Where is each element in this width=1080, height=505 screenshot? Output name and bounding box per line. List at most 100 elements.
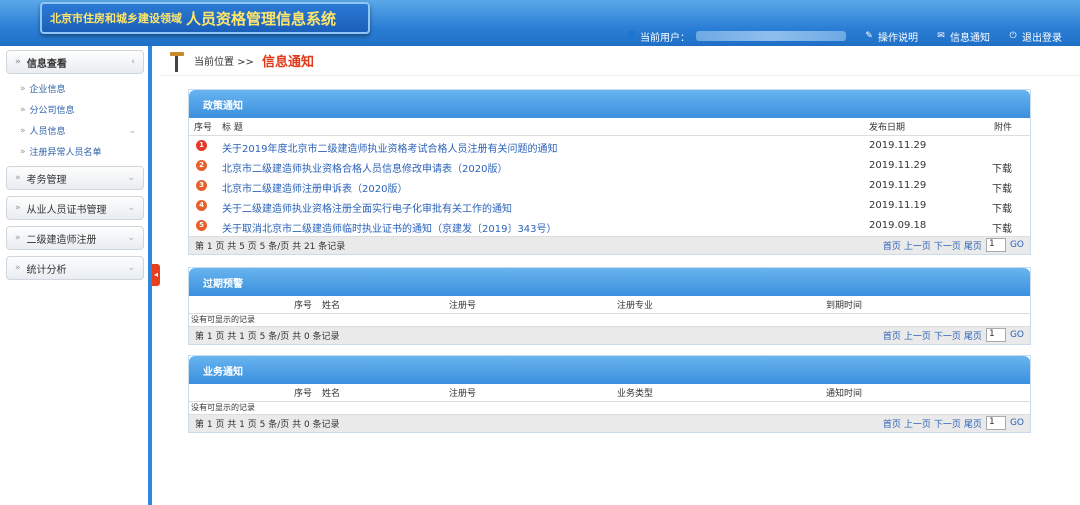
double-arrow-icon: » [20, 83, 26, 94]
pager-text: 第 1 页 共 5 页 5 条/页 共 21 条记录 [195, 242, 346, 252]
chevron-down-icon: ⌄ [127, 203, 135, 213]
breadcrumb: 当前位置 >> 信息通知 [160, 46, 1080, 76]
sidebar: » 信息查看 ‹ » 企业信息 » 分公司信息 » 人员信息 ⌄ » 注册异常人员名单 »… [0, 46, 152, 505]
download-link[interactable]: 下载 [992, 200, 1012, 215]
logout-link[interactable]: ⏻ 退出登录 [1008, 29, 1062, 44]
nav-section-label: 二级建造师注册 [26, 234, 97, 246]
sidebar-item-branch[interactable]: » 分公司信息 [0, 99, 148, 120]
last-page-link[interactable]: 尾页 [964, 329, 982, 342]
chevron-left-icon: ‹ [131, 57, 135, 67]
page-input[interactable]: 1 [985, 328, 1006, 342]
table-header: 序号 姓名 注册号 业务类型 通知时间 [189, 384, 1030, 402]
nav-section-label: 信息查看 [26, 58, 67, 70]
table-row: 3 北京市二级建造师注册申诉表（2020版） 2019.11.29 下载 [189, 176, 1030, 196]
current-user-label: 当前用户： [640, 32, 690, 44]
help-icon: ✎ [865, 31, 873, 41]
row-number-badge: 3 [196, 180, 207, 191]
double-arrow-icon: » [20, 104, 26, 115]
row-number-badge: 1 [196, 140, 207, 151]
col-reg: 注册号 [449, 389, 477, 399]
app-header: 北京市住房和城乡建设领域 人员资格管理信息系统 👤 当前用户： ✎ 操作说明 ✉… [0, 0, 1080, 46]
sidebar-item-company[interactable]: » 企业信息 [0, 78, 148, 99]
business-panel: 业务通知 序号 姓名 注册号 业务类型 通知时间 没有可显示的记录 第 1 页 … [188, 355, 1031, 433]
power-icon: ⏻ [1009, 31, 1017, 41]
page-title: 信息通知 [261, 55, 314, 70]
sidebar-collapse-handle[interactable]: ◂ [152, 264, 160, 286]
prev-page-link[interactable]: 上一页 [904, 417, 931, 430]
help-label: 操作说明 [878, 32, 918, 44]
pager-links: 首页 上一页 下一页 尾页 1 GO [880, 328, 1024, 342]
pager-links: 首页 上一页 下一页 尾页 1 GO [880, 416, 1024, 430]
sidebar-item-label: 企业信息 [29, 85, 66, 95]
expiry-panel: 过期预警 序号 姓名 注册号 注册专业 到期时间 没有可显示的记录 第 1 页 … [188, 267, 1031, 345]
first-page-link[interactable]: 首页 [883, 329, 901, 342]
empty-message: 没有可显示的记录 [191, 315, 255, 324]
top-bar: 👤 当前用户： ✎ 操作说明 ✉ 信息通知 ⏻ 退出登录 [0, 26, 1080, 46]
notice-title-link[interactable]: 关于取消北京市二级建造师临时执业证书的通知（京建发〔2019〕343号） [222, 220, 557, 235]
notice-title-link[interactable]: 北京市二级建造师执业资格合格人员信息修改申请表（2020版） [222, 160, 507, 175]
go-button[interactable]: GO [1010, 240, 1024, 250]
first-page-link[interactable]: 首页 [883, 417, 901, 430]
notice-label: 信息通知 [950, 32, 990, 44]
empty-message: 没有可显示的记录 [191, 403, 255, 412]
panel-title: 过期预警 [189, 268, 1030, 296]
next-page-link[interactable]: 下一页 [934, 329, 961, 342]
row-number-badge: 2 [196, 160, 207, 171]
help-link[interactable]: ✎ 操作说明 [864, 29, 918, 44]
sidebar-item-abnormal[interactable]: » 注册异常人员名单 [0, 141, 148, 162]
nav-section-info[interactable]: » 信息查看 ‹ [6, 50, 144, 74]
last-page-link[interactable]: 尾页 [964, 417, 982, 430]
publish-date: 2019.11.29 [869, 160, 927, 171]
col-date: 发布日期 [869, 123, 906, 133]
logout-label: 退出登录 [1022, 32, 1062, 44]
user-icon: 👤 [626, 31, 638, 41]
table-row: 4 关于二级建造师执业资格注册全面实行电子化审批有关工作的通知 2019.11.19… [189, 196, 1030, 216]
pager: 第 1 页 共 5 页 5 条/页 共 21 条记录 首页 上一页 下一页 尾页… [189, 236, 1030, 254]
policy-panel: 政策通知 序号 标 题 发布日期 附件 1 关于2019年度北京市二级建造师执业资… [188, 89, 1031, 255]
nav-section-label: 从业人员证书管理 [26, 204, 107, 216]
prev-page-link[interactable]: 上一页 [904, 329, 931, 342]
chevron-down-icon: ⌄ [127, 263, 135, 273]
breadcrumb-prefix: 当前位置 >> [194, 57, 254, 68]
panel-title: 政策通知 [189, 90, 1030, 118]
double-arrow-icon: » [15, 173, 21, 183]
col-title: 标 题 [222, 123, 243, 133]
next-page-link[interactable]: 下一页 [934, 417, 961, 430]
go-button[interactable]: GO [1010, 330, 1024, 340]
current-user: 👤 当前用户： [626, 29, 846, 44]
download-link[interactable]: 下载 [992, 160, 1012, 175]
notice-title-link[interactable]: 关于2019年度北京市二级建造师执业资格考试合格人员注册有关问题的通知 [222, 140, 557, 155]
row-number-badge: 4 [196, 200, 207, 211]
sidebar-item-personnel[interactable]: » 人员信息 ⌄ [0, 120, 148, 141]
nav-section-certificate[interactable]: » 从业人员证书管理 ⌄ [6, 196, 144, 220]
nav-section-exam[interactable]: » 考务管理 ⌄ [6, 166, 144, 190]
col-date: 通知时间 [826, 389, 863, 399]
publish-date: 2019.11.29 [869, 140, 927, 151]
nav-section-registration[interactable]: » 二级建造师注册 ⌄ [6, 226, 144, 250]
publish-date: 2019.09.18 [869, 220, 927, 231]
sidebar-item-label: 注册异常人员名单 [29, 148, 102, 158]
download-link[interactable]: 下载 [992, 220, 1012, 235]
notice-title-link[interactable]: 关于二级建造师执业资格注册全面实行电子化审批有关工作的通知 [222, 200, 512, 215]
col-no: 序号 [194, 123, 213, 133]
prev-page-link[interactable]: 上一页 [904, 239, 931, 252]
next-page-link[interactable]: 下一页 [934, 239, 961, 252]
logo-subtitle: 北京市住房和城乡建设领域 [50, 12, 182, 25]
last-page-link[interactable]: 尾页 [964, 239, 982, 252]
notice-title-link[interactable]: 北京市二级建造师注册申诉表（2020版） [222, 180, 407, 195]
notice-link[interactable]: ✉ 信息通知 [936, 29, 990, 44]
table-row: 2 北京市二级建造师执业资格合格人员信息修改申请表（2020版） 2019.11.2… [189, 156, 1030, 176]
table-row: 5 关于取消北京市二级建造师临时执业证书的通知（京建发〔2019〕343号） 201… [189, 216, 1030, 236]
page-input[interactable]: 1 [985, 416, 1006, 430]
chevron-down-icon: ⌄ [127, 233, 135, 243]
chevron-down-icon: ⌄ [127, 173, 135, 183]
page-input[interactable]: 1 [985, 238, 1006, 252]
download-link[interactable]: 下载 [992, 180, 1012, 195]
nav-section-stats[interactable]: » 统计分析 ⌄ [6, 256, 144, 280]
first-page-link[interactable]: 首页 [883, 239, 901, 252]
double-arrow-icon: » [20, 125, 26, 136]
col-name: 姓名 [322, 389, 341, 399]
go-button[interactable]: GO [1010, 418, 1024, 428]
col-no: 序号 [294, 389, 313, 399]
col-name: 姓名 [322, 301, 341, 311]
